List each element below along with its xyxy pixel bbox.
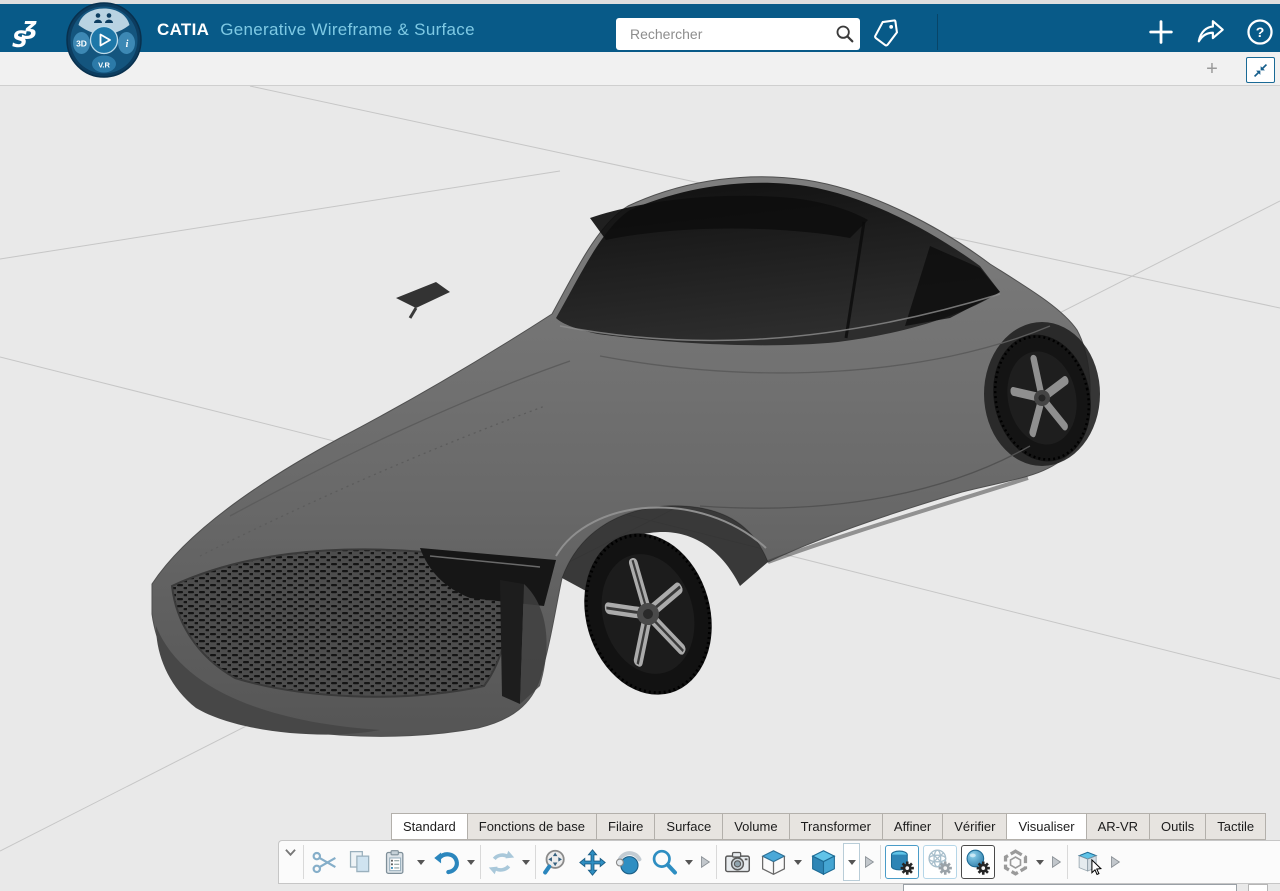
iso-view-cube-icon[interactable]: [755, 842, 791, 882]
rotate-icon[interactable]: [610, 842, 646, 882]
overflow-arrow-icon[interactable]: [860, 842, 878, 882]
collapse-window-icon[interactable]: [1246, 57, 1275, 83]
docked-panel-edge[interactable]: [903, 884, 1237, 891]
tab-outils[interactable]: Outils: [1149, 813, 1206, 840]
svg-text:?: ?: [1256, 24, 1265, 40]
tag-icon[interactable]: [868, 14, 904, 50]
shaded-cube-icon[interactable]: [805, 842, 841, 882]
tab-affiner[interactable]: Affiner: [882, 813, 943, 840]
zoom-icon[interactable]: [646, 842, 682, 882]
update-icon[interactable]: [483, 842, 519, 882]
3d-viewport[interactable]: [0, 86, 1280, 891]
overflow-arrow-icon[interactable]: [1047, 842, 1065, 882]
header-divider: [937, 14, 938, 50]
toolbar-separator: [535, 845, 536, 879]
undo-icon[interactable]: [428, 842, 464, 882]
search-bar: [616, 18, 860, 50]
capture-icon[interactable]: [719, 842, 755, 882]
new-tab-plus-icon[interactable]: +: [1200, 57, 1224, 81]
compass-vr-label: V.R: [98, 61, 110, 70]
tab-verifier[interactable]: Vérifier: [942, 813, 1007, 840]
share-icon[interactable]: [1193, 14, 1229, 50]
overflow-arrow-icon[interactable]: [1106, 842, 1124, 882]
tab-filaire[interactable]: Filaire: [596, 813, 655, 840]
copy-icon[interactable]: [342, 842, 378, 882]
help-icon[interactable]: ?: [1242, 14, 1278, 50]
render-options-icon[interactable]: [997, 842, 1033, 882]
toolbar-separator: [480, 845, 481, 879]
tab-ar-vr[interactable]: AR-VR: [1086, 813, 1150, 840]
overflow-arrow-icon[interactable]: [696, 842, 714, 882]
toolbar-collapse-chevron-icon[interactable]: [279, 839, 301, 885]
compass-play-button: [91, 27, 118, 54]
render-options-dropdown-caret[interactable]: [1036, 860, 1044, 865]
update-dropdown-caret[interactable]: [522, 860, 530, 865]
toolbar-separator: [1067, 845, 1068, 879]
car-side-mirror: [396, 282, 450, 308]
pan-icon[interactable]: [574, 842, 610, 882]
box-selection-icon[interactable]: [1070, 842, 1106, 882]
car-model: [152, 177, 1102, 737]
fit-all-in-icon[interactable]: [538, 842, 574, 882]
tab-volume[interactable]: Volume: [722, 813, 789, 840]
action-bar-tabs: Standard Fonctions de base Filaire Surfa…: [392, 813, 1266, 840]
tab-strip-bar: +: [0, 52, 1280, 86]
app-name: CATIA: [157, 20, 209, 39]
tab-standard[interactable]: Standard: [391, 813, 468, 840]
tab-tactile[interactable]: Tactile: [1205, 813, 1266, 840]
search-icon[interactable]: [830, 19, 860, 49]
compass-i-label: i: [126, 39, 129, 50]
tab-fonctions-de-base[interactable]: Fonctions de base: [467, 813, 597, 840]
svg-text:S: S: [12, 28, 28, 50]
paste-dropdown-caret[interactable]: [417, 860, 425, 865]
search-input[interactable]: [616, 26, 830, 42]
toolbar-separator: [716, 845, 717, 879]
paste-icon[interactable]: [378, 842, 414, 882]
app-header: ʒ S CATIA Generative Wireframe & Surface…: [0, 4, 1280, 52]
iso-view-dropdown-caret[interactable]: [794, 860, 802, 865]
undo-dropdown-caret[interactable]: [467, 860, 475, 865]
action-bar-toolbar: [278, 840, 1280, 884]
add-icon[interactable]: [1143, 14, 1179, 50]
app-title: CATIA Generative Wireframe & Surface: [157, 20, 475, 40]
compass-3d-label: 3D: [76, 39, 87, 49]
toolbar-separator: [303, 845, 304, 879]
app-subtitle: Generative Wireframe & Surface: [220, 20, 475, 39]
material-shading-icon[interactable]: [885, 845, 919, 879]
3dexperience-compass[interactable]: 3D i V.R: [66, 2, 142, 78]
docked-panel-edge-small[interactable]: [1248, 884, 1268, 891]
view-dropdown-box[interactable]: [843, 843, 860, 881]
tab-transformer[interactable]: Transformer: [789, 813, 883, 840]
zoom-dropdown-caret[interactable]: [685, 860, 693, 865]
tab-surface[interactable]: Surface: [654, 813, 723, 840]
realistic-shading-icon[interactable]: [961, 845, 995, 879]
toolbar-separator: [880, 845, 881, 879]
3d-scene: [0, 86, 1280, 891]
tab-visualiser[interactable]: Visualiser: [1006, 813, 1086, 840]
dassault-systemes-logo[interactable]: ʒ S: [8, 10, 60, 50]
wireframe-shading-icon[interactable]: [923, 845, 957, 879]
cut-icon[interactable]: [306, 842, 342, 882]
